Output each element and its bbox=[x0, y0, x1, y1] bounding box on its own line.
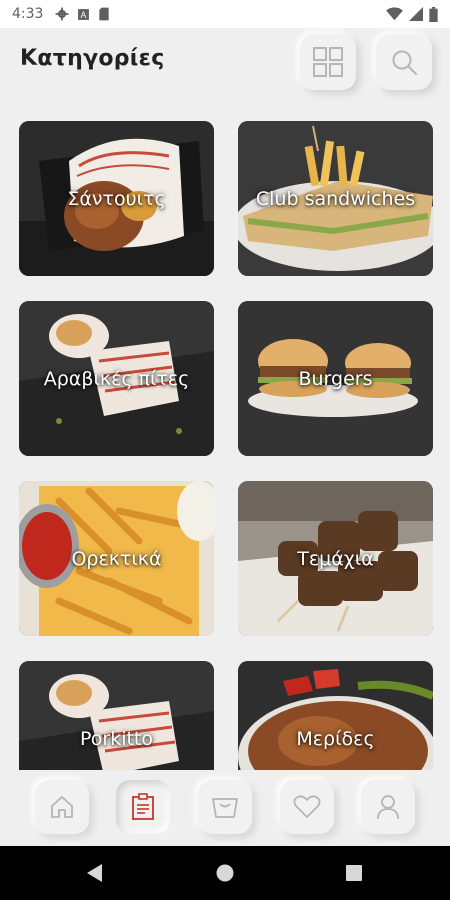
category-label: Τεμάχια bbox=[297, 547, 374, 570]
app-header: Κατηγορίες bbox=[0, 28, 450, 100]
category-card-porkitto[interactable]: Porkitto bbox=[19, 661, 214, 771]
system-recents-button[interactable] bbox=[327, 846, 381, 900]
category-card-temaxia[interactable]: Τεμάχια bbox=[238, 481, 433, 636]
user-icon bbox=[377, 795, 399, 820]
category-card-merides[interactable]: Μερίδες bbox=[238, 661, 433, 771]
nav-basket-button[interactable] bbox=[198, 780, 252, 834]
category-card-santouits[interactable]: Σάντουιτς bbox=[19, 121, 214, 276]
menu-list-icon bbox=[132, 793, 154, 820]
system-navigation-bar bbox=[0, 846, 450, 900]
signal-icon bbox=[409, 7, 423, 21]
search-button[interactable] bbox=[376, 34, 432, 90]
grid-view-icon bbox=[313, 47, 343, 77]
battery-icon bbox=[429, 6, 438, 22]
category-label: Burgers bbox=[298, 367, 373, 390]
category-image-wrap bbox=[19, 661, 214, 771]
grid-view-button[interactable] bbox=[300, 34, 356, 90]
sd-card-icon bbox=[99, 7, 110, 21]
category-label: Ορεκτικά bbox=[71, 547, 162, 570]
category-card-burgers[interactable]: Burgers bbox=[238, 301, 433, 456]
settings-icon bbox=[56, 7, 69, 21]
system-back-button[interactable] bbox=[68, 846, 122, 900]
back-triangle-icon bbox=[87, 864, 102, 882]
category-card-club-sandwiches[interactable]: Club sandwiches bbox=[238, 121, 433, 276]
category-label: Μερίδες bbox=[296, 727, 375, 750]
svg-text:A: A bbox=[81, 10, 87, 20]
recents-square-icon bbox=[346, 865, 362, 881]
page-title: Κατηγορίες bbox=[20, 46, 165, 71]
nav-home-button[interactable] bbox=[35, 780, 89, 834]
category-card-aravikes-pites[interactable]: Αραβικές πίτες bbox=[19, 301, 214, 456]
heart-icon bbox=[293, 795, 321, 818]
home-icon bbox=[51, 796, 73, 818]
nav-favorites-button[interactable] bbox=[280, 780, 334, 834]
category-image-platter bbox=[238, 661, 433, 771]
system-home-button[interactable] bbox=[198, 846, 252, 900]
category-label: Porkitto bbox=[79, 727, 154, 750]
home-circle-icon bbox=[216, 864, 234, 882]
basket-icon bbox=[212, 798, 238, 818]
category-card-orektika[interactable]: Ορεκτικά bbox=[19, 481, 214, 636]
font-icon: A bbox=[78, 8, 90, 20]
status-time: 4:33 bbox=[12, 6, 44, 22]
nav-menu-button[interactable] bbox=[116, 780, 170, 834]
wifi-icon bbox=[386, 7, 403, 21]
search-icon bbox=[392, 50, 417, 75]
category-label: Σάντουιτς bbox=[67, 187, 166, 210]
category-label: Club sandwiches bbox=[255, 187, 416, 210]
status-bar: 4:33 A bbox=[0, 0, 450, 28]
categories-grid: Σάντουιτς Club sandwiches Αραβικές πίτες… bbox=[19, 121, 433, 771]
nav-profile-button[interactable] bbox=[361, 780, 415, 834]
bottom-navigation bbox=[0, 770, 450, 846]
category-label: Αραβικές πίτες bbox=[43, 367, 190, 390]
